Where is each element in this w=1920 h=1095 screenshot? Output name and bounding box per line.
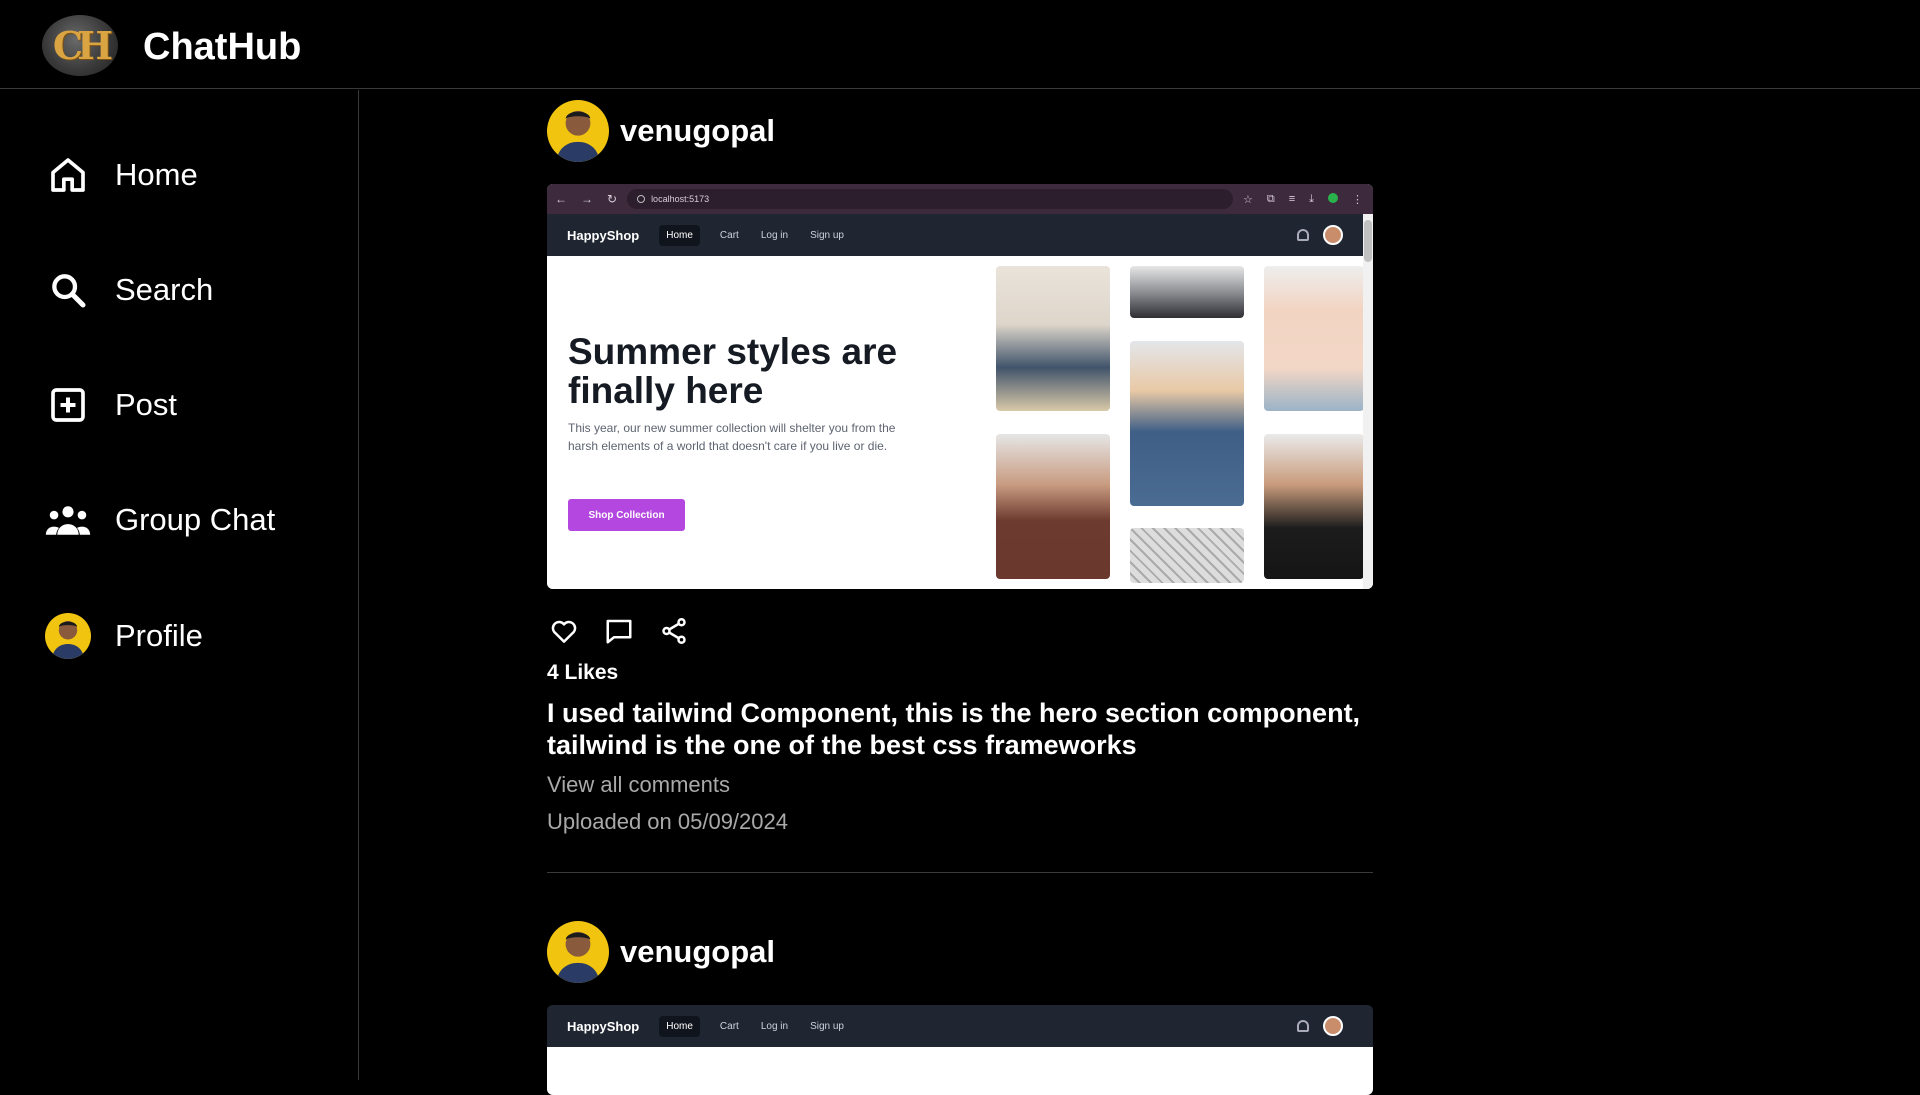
site-avatar [1323,225,1343,245]
post-header: venugopal [547,100,1373,162]
site-brand: HappyShop [567,227,640,243]
post-username[interactable]: venugopal [620,934,775,970]
post-image[interactable]: HappyShop Home Cart Log in Sign up [547,1005,1373,1095]
post-actions [547,601,1373,661]
view-comments-link[interactable]: View all comments [547,772,1373,798]
post-divider [547,872,1373,873]
logo-letters: CH [52,23,113,68]
heart-icon[interactable] [548,615,580,647]
bell-icon [1297,229,1309,241]
avatar[interactable] [547,921,609,983]
browser-url: localhost:5173 [651,194,710,204]
share-icon[interactable] [658,615,690,647]
site-link-cart: Cart [719,1020,739,1032]
upload-date: Uploaded on 05/09/2024 [547,809,788,834]
browser-toolbar: ← → ↻ localhost:5173 ☆ ⧉ ≡ ⤓ ⋮ [547,184,1373,214]
sidebar-item-label: Profile [115,618,203,653]
post-username[interactable]: venugopal [620,113,775,149]
site-link-signup: Sign up [810,229,844,241]
avatar[interactable] [547,100,609,162]
site-link-home: Home [659,1015,700,1037]
avatar [45,613,91,659]
sidebar-item-profile[interactable]: Profile [44,606,344,666]
product-photo [996,434,1110,579]
feed-post: venugopal ← → ↻ localhost:5173 ☆ ⧉ ≡ ⤓ ⋮ Happy… [547,100,1373,835]
profile-avatar-wrap [44,612,92,660]
hero-section [547,1047,1373,1095]
product-photo [1264,434,1364,579]
sidebar-item-group-chat[interactable]: Group Chat [44,490,344,550]
home-icon [44,151,92,199]
browser-nav-icons: ← → ↻ [555,192,618,206]
post-image[interactable]: ← → ↻ localhost:5173 ☆ ⧉ ≡ ⤓ ⋮ HappyShop Home … [547,184,1373,589]
sidebar-item-label: Group Chat [115,502,276,537]
site-link-signup: Sign up [810,1020,844,1032]
hero-button: Shop Collection [568,499,685,531]
app-title: ChatHub [143,26,302,68]
app-logo[interactable]: CH [42,15,118,76]
site-navbar: HappyShop Home Cart Log in Sign up [547,214,1373,256]
sidebar-item-post[interactable]: Post [44,375,344,435]
site-avatar [1323,1016,1343,1036]
scrollbar-thumb [1364,220,1372,262]
add-box-icon [44,381,92,429]
product-photo [1264,266,1364,411]
hero-text: This year, our new summer collection wil… [568,421,896,453]
site-brand: HappyShop [567,1018,640,1034]
site-link-cart: Cart [719,229,739,241]
product-photo [1130,266,1244,318]
bell-icon [1297,1020,1309,1032]
browser-action-icons: ☆ ⧉ ≡ ⤓ ⋮ [1242,192,1363,206]
hero-title: Summer styles are finally here [568,331,898,411]
sidebar-item-home[interactable]: Home [44,145,344,205]
sidebar: Home Search Post Group Chat Profile [0,90,359,1080]
search-icon [44,266,92,314]
sidebar-item-label: Search [115,272,214,307]
sidebar-item-search[interactable]: Search [44,260,344,320]
site-navbar: HappyShop Home Cart Log in Sign up [547,1005,1373,1047]
scrollbar [1363,214,1373,589]
site-link-home: Home [659,224,700,246]
top-bar: CH ChatHub [0,0,1920,89]
comment-icon[interactable] [603,615,635,647]
post-caption: I used tailwind Component, this is the h… [547,698,1361,760]
browser-url-bar: localhost:5173 [627,189,1233,209]
product-photo [1130,528,1244,583]
feed-post: venugopal HappyShop Home Cart Log in Sig… [547,921,1373,1095]
hero-section: Summer styles are finally here This year… [547,256,1373,589]
post-header: venugopal [547,921,1373,983]
group-icon [44,496,92,544]
sidebar-item-label: Home [115,157,198,192]
likes-count[interactable]: 4 Likes [547,661,1373,685]
sidebar-item-label: Post [115,387,178,422]
product-photo [1130,341,1244,506]
site-link-login: Log in [760,1020,789,1032]
site-link-login: Log in [760,229,789,241]
product-photo [996,266,1110,411]
